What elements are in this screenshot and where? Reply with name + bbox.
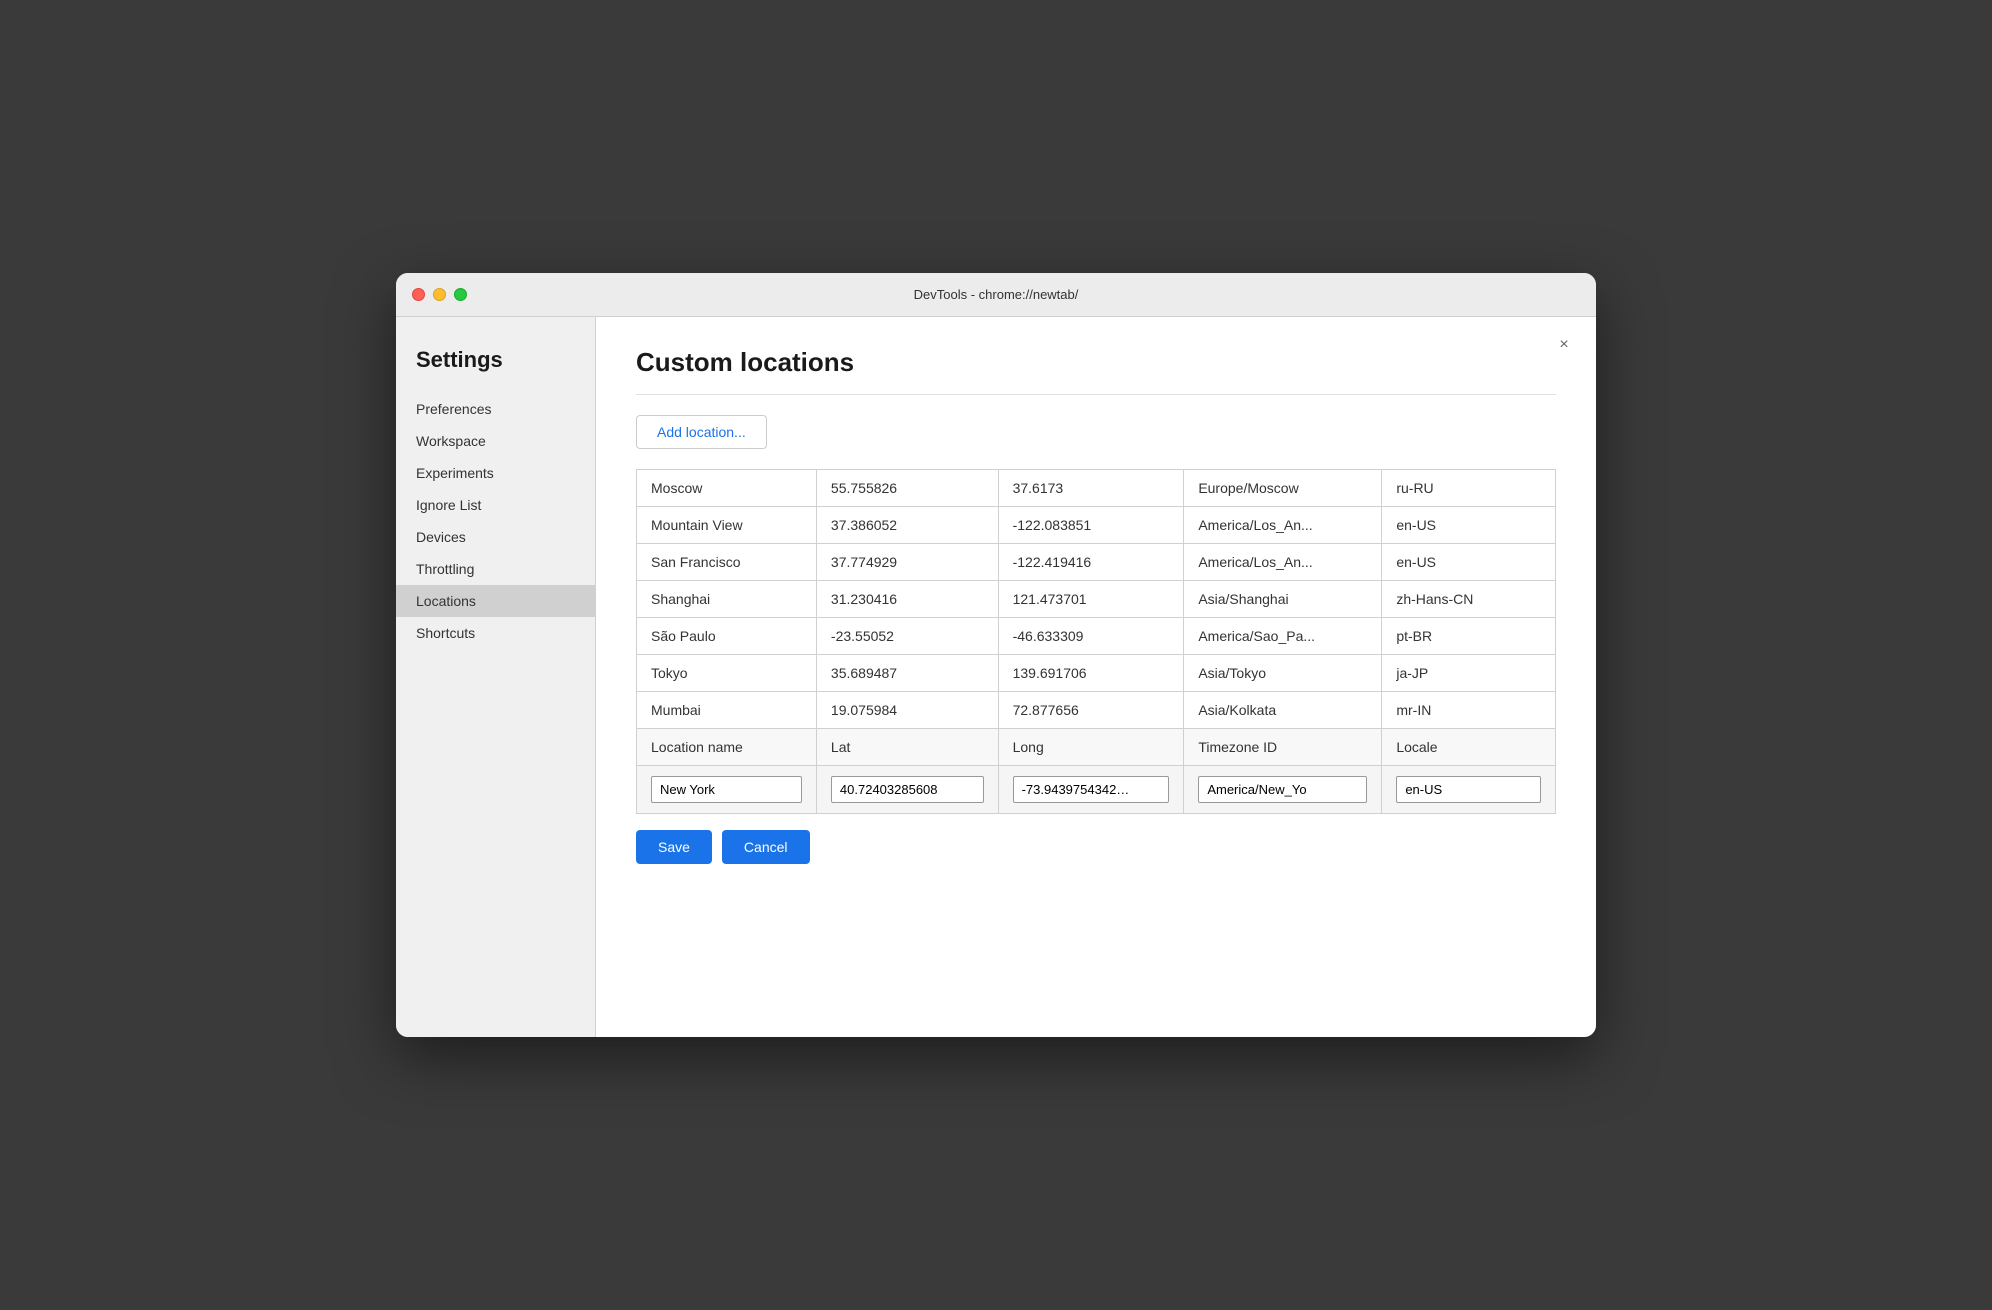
new-location-name-cell — [637, 766, 817, 814]
col-header-timezone: Timezone ID — [1184, 729, 1382, 766]
new-location-locale-cell — [1382, 766, 1556, 814]
timezone-cell: Europe/Moscow — [1184, 470, 1382, 507]
long-cell: 121.473701 — [998, 581, 1184, 618]
long-cell: -122.419416 — [998, 544, 1184, 581]
locations-table: Moscow 55.755826 37.6173 Europe/Moscow r… — [636, 469, 1556, 814]
table-row: Mumbai 19.075984 72.877656 Asia/Kolkata … — [637, 692, 1556, 729]
window-title: DevTools - chrome://newtab/ — [914, 287, 1079, 302]
locale-cell: zh-Hans-CN — [1382, 581, 1556, 618]
new-location-row — [637, 766, 1556, 814]
col-header-locale: Locale — [1382, 729, 1556, 766]
lat-cell: 19.075984 — [816, 692, 998, 729]
table-row: Moscow 55.755826 37.6173 Europe/Moscow r… — [637, 470, 1556, 507]
col-header-lat: Lat — [816, 729, 998, 766]
locale-cell: en-US — [1382, 544, 1556, 581]
locale-cell: ja-JP — [1382, 655, 1556, 692]
window-body: Settings Preferences Workspace Experimen… — [396, 317, 1596, 1037]
new-location-lat-cell — [816, 766, 998, 814]
sidebar-item-workspace[interactable]: Workspace — [396, 425, 595, 457]
location-name-cell: Mountain View — [637, 507, 817, 544]
location-name-cell: Tokyo — [637, 655, 817, 692]
sidebar-item-devices[interactable]: Devices — [396, 521, 595, 553]
new-location-timezone-cell — [1184, 766, 1382, 814]
location-name-cell: Shanghai — [637, 581, 817, 618]
cancel-button[interactable]: Cancel — [722, 830, 810, 864]
close-button[interactable]: × — [1552, 333, 1576, 357]
lat-cell: 35.689487 — [816, 655, 998, 692]
column-header-row: Location name Lat Long Timezone ID Local… — [637, 729, 1556, 766]
table-row: Mountain View 37.386052 -122.083851 Amer… — [637, 507, 1556, 544]
sidebar-item-shortcuts[interactable]: Shortcuts — [396, 617, 595, 649]
traffic-lights — [412, 288, 467, 301]
location-name-cell: São Paulo — [637, 618, 817, 655]
lat-cell: 37.774929 — [816, 544, 998, 581]
location-name-cell: Moscow — [637, 470, 817, 507]
location-lat-input[interactable] — [831, 776, 984, 803]
col-header-long: Long — [998, 729, 1184, 766]
lat-cell: 31.230416 — [816, 581, 998, 618]
timezone-cell: Asia/Shanghai — [1184, 581, 1382, 618]
maximize-window-button[interactable] — [454, 288, 467, 301]
sidebar-item-throttling[interactable]: Throttling — [396, 553, 595, 585]
sidebar-item-ignore-list[interactable]: Ignore List — [396, 489, 595, 521]
table-row: São Paulo -23.55052 -46.633309 America/S… — [637, 618, 1556, 655]
locale-cell: mr-IN — [1382, 692, 1556, 729]
long-cell: 72.877656 — [998, 692, 1184, 729]
close-window-button[interactable] — [412, 288, 425, 301]
lat-cell: -23.55052 — [816, 618, 998, 655]
lat-cell: 55.755826 — [816, 470, 998, 507]
page-title: Custom locations — [636, 347, 1556, 378]
timezone-cell: Asia/Tokyo — [1184, 655, 1382, 692]
long-cell: 139.691706 — [998, 655, 1184, 692]
col-header-name: Location name — [637, 729, 817, 766]
location-name-cell: San Francisco — [637, 544, 817, 581]
minimize-window-button[interactable] — [433, 288, 446, 301]
timezone-cell: America/Los_An... — [1184, 507, 1382, 544]
titlebar: DevTools - chrome://newtab/ — [396, 273, 1596, 317]
save-button[interactable]: Save — [636, 830, 712, 864]
location-long-input[interactable] — [1013, 776, 1170, 803]
devtools-window: DevTools - chrome://newtab/ Settings Pre… — [396, 273, 1596, 1037]
long-cell: -46.633309 — [998, 618, 1184, 655]
long-cell: -122.083851 — [998, 507, 1184, 544]
locale-cell: en-US — [1382, 507, 1556, 544]
main-content: × Custom locations Add location... Mosco… — [596, 317, 1596, 1037]
location-name-input[interactable] — [651, 776, 802, 803]
sidebar-item-locations[interactable]: Locations — [396, 585, 595, 617]
sidebar-heading: Settings — [396, 337, 595, 393]
table-row: Tokyo 35.689487 139.691706 Asia/Tokyo ja… — [637, 655, 1556, 692]
timezone-cell: America/Los_An... — [1184, 544, 1382, 581]
locale-cell: pt-BR — [1382, 618, 1556, 655]
sidebar-item-preferences[interactable]: Preferences — [396, 393, 595, 425]
location-timezone-input[interactable] — [1198, 776, 1367, 803]
locale-cell: ru-RU — [1382, 470, 1556, 507]
long-cell: 37.6173 — [998, 470, 1184, 507]
location-name-cell: Mumbai — [637, 692, 817, 729]
sidebar-item-experiments[interactable]: Experiments — [396, 457, 595, 489]
location-locale-input[interactable] — [1396, 776, 1541, 803]
add-location-button[interactable]: Add location... — [636, 415, 767, 449]
lat-cell: 37.386052 — [816, 507, 998, 544]
action-buttons: Save Cancel — [636, 830, 1556, 864]
section-divider — [636, 394, 1556, 395]
table-row: Shanghai 31.230416 121.473701 Asia/Shang… — [637, 581, 1556, 618]
timezone-cell: Asia/Kolkata — [1184, 692, 1382, 729]
table-row: San Francisco 37.774929 -122.419416 Amer… — [637, 544, 1556, 581]
sidebar: Settings Preferences Workspace Experimen… — [396, 317, 596, 1037]
new-location-long-cell — [998, 766, 1184, 814]
timezone-cell: America/Sao_Pa... — [1184, 618, 1382, 655]
